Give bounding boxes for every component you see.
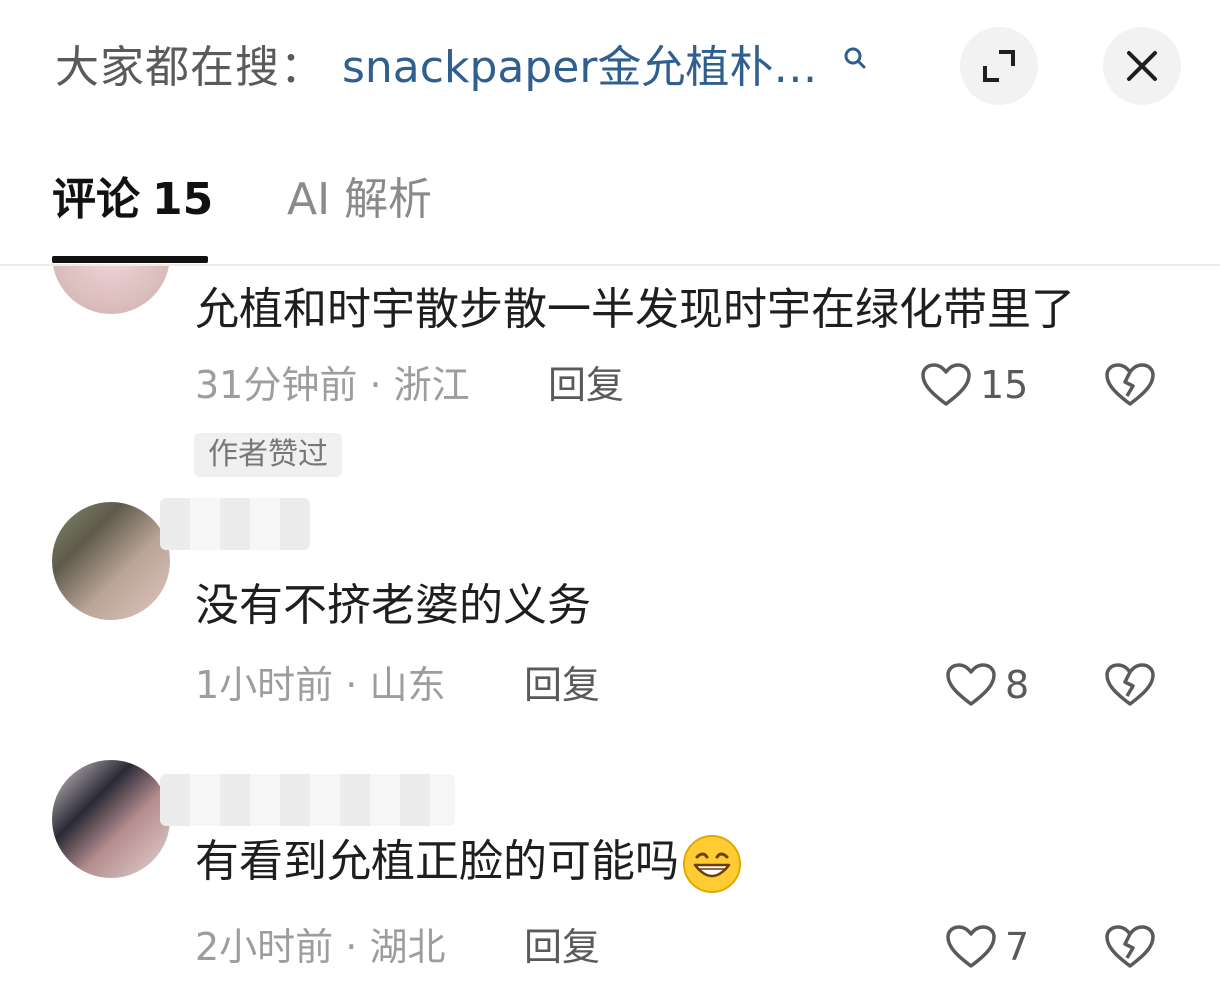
comment-location: 山东 [369,663,446,707]
comment-time: 31分钟前 [195,363,358,407]
like-count: 8 [1005,663,1030,707]
meta-separator: · [345,925,370,969]
author-liked-badge: 作者赞过 [194,433,342,477]
trending-search-link[interactable]: snackpaper金允植朴… [342,40,817,96]
expand-button[interactable] [960,27,1038,105]
comment-time: 1小时前 [195,663,334,707]
reply-button[interactable]: 回复 [548,360,624,410]
comment-text-content: 有看到允植正脸的可能吗 [195,836,679,887]
blurred-username[interactable] [160,498,310,550]
broken-heart-icon[interactable] [1104,924,1156,970]
close-button[interactable] [1103,27,1181,105]
search-icon[interactable] [840,44,868,72]
comment-text: 没有不挤老婆的义务 [195,580,591,631]
like-button[interactable]: 7 [945,922,1029,972]
blurred-username[interactable] [160,774,455,826]
comment-list[interactable]: 允植和时宇散步散一半发现时宇在绿化带里了 31分钟前 · 浙江 回复 15 作者… [0,266,1220,997]
tab-comments-label: 评论 [52,174,140,225]
meta-separator: · [345,663,370,707]
avatar[interactable] [52,760,170,878]
comment-meta: 2小时前 · 湖北 [195,922,445,972]
comment-text: 允植和时宇散步散一半发现时宇在绿化带里了 [195,284,1075,335]
like-button[interactable]: 8 [945,660,1029,710]
reply-button[interactable]: 回复 [524,922,600,972]
like-count: 15 [980,363,1029,407]
heart-icon [946,925,996,968]
tab-ai-analysis[interactable]: AI 解析 [287,172,432,228]
active-tab-indicator [52,256,208,263]
meta-separator: · [369,363,394,407]
tab-comments-count: 15 [152,174,214,225]
like-button[interactable]: 15 [920,360,1028,410]
grinning-face-emoji [683,835,741,893]
heart-icon [946,663,996,706]
broken-heart-icon[interactable] [1104,362,1156,408]
comment-text: 有看到允植正脸的可能吗 [195,832,743,895]
comment-location: 浙江 [393,363,470,407]
broken-heart-icon[interactable] [1104,662,1156,708]
expand-icon [983,50,1015,82]
comment-panel-header: 大家都在搜： snackpaper金允植朴… [0,0,1220,140]
heart-icon [921,363,971,406]
close-icon [1127,51,1157,81]
comment-meta: 1小时前 · 山东 [195,660,445,710]
search-prefix: 大家都在搜： [55,42,325,93]
tab-bar: 评论 15 AI 解析 [0,150,1220,266]
comment-time: 2小时前 [195,925,334,969]
tab-comments[interactable]: 评论 15 [52,172,213,228]
comment-meta: 31分钟前 · 浙江 [195,360,470,410]
comment-location: 湖北 [369,925,446,969]
avatar[interactable] [52,502,170,620]
avatar[interactable] [52,266,170,314]
like-count: 7 [1005,925,1030,969]
reply-button[interactable]: 回复 [524,660,600,710]
